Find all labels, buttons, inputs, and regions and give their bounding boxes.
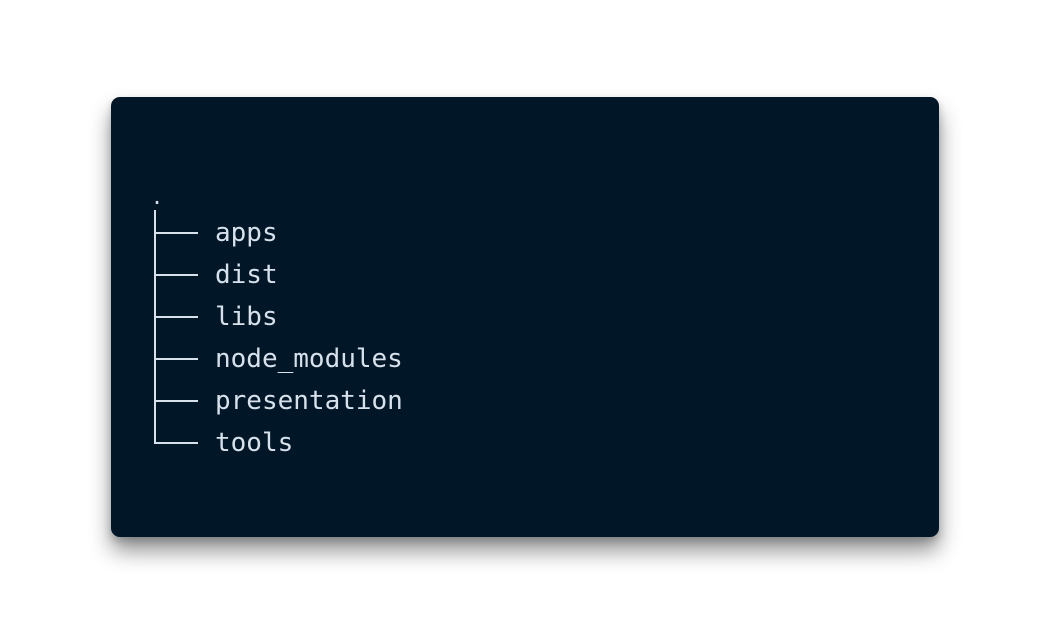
tree-item-label: presentation [215,386,403,416]
tree-branch-line [154,316,198,318]
directory-tree: . apps dist libs node_modules presentati… [111,97,939,537]
code-window: . apps dist libs node_modules presentati… [111,97,939,537]
tree-item-apps: apps [154,212,654,254]
tree-item-node-modules: node_modules [154,338,654,380]
tree-item-label: apps [215,218,278,248]
tree-branch-line [154,274,198,276]
tree-item-label: dist [215,260,278,290]
tree-branch-line [154,232,198,234]
tree-branch-line [154,358,198,360]
tree-item-label: libs [215,302,278,332]
tree-branch-line-last [154,442,198,444]
tree-branch-line [154,400,198,402]
tree-item-dist: dist [154,254,654,296]
tree-item-tools: tools [154,422,654,464]
tree-item-libs: libs [154,296,654,338]
tree-item-label: node_modules [215,344,403,374]
tree-item-label: tools [215,428,294,458]
tree-item-presentation: presentation [154,380,654,422]
